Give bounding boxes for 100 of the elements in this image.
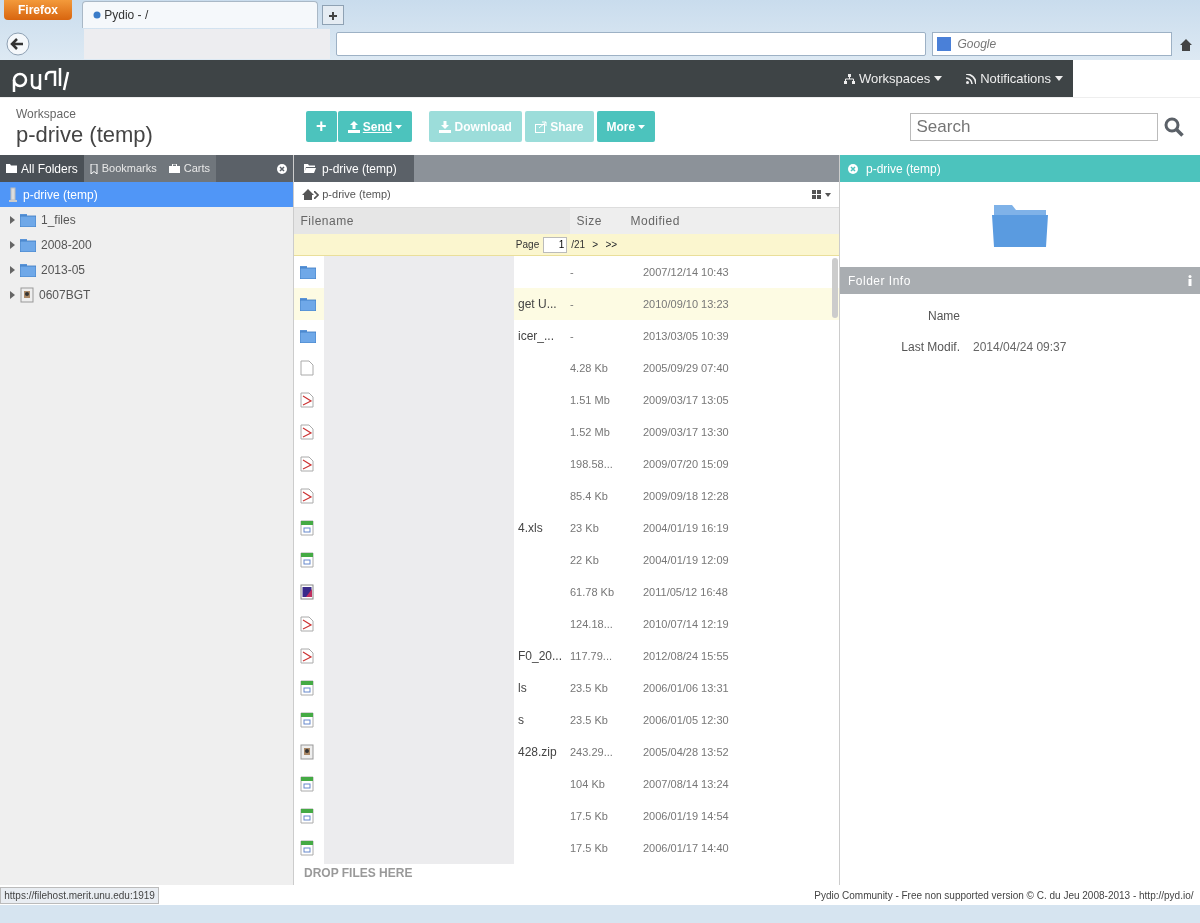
nav-dropdown[interactable]: Notifications — [966, 68, 1063, 89]
file-row[interactable]: s 23.5 Kb 2006/01/05 12:30 — [294, 704, 839, 736]
file-row[interactable]: 61.78 Kb 2011/05/12 16:48 — [294, 576, 839, 608]
file-date: 2007/08/14 13:24 — [642, 776, 729, 792]
workspace-label: Workspace — [16, 106, 77, 124]
file-name: s — [518, 712, 524, 729]
column-header[interactable]: Filename — [294, 208, 570, 234]
sidebar-tab[interactable]: Carts — [162, 155, 216, 182]
file-row[interactable]: 4.xls 23 Kb 2004/01/19 16:19 — [294, 512, 839, 544]
folder-tab[interactable]: p-drive (temp) — [294, 155, 414, 182]
expand-arrow-icon — [10, 240, 15, 249]
file-size: 1.52 Mb — [570, 424, 611, 440]
back-button[interactable] — [6, 32, 30, 56]
file-date: 2005/09/29 07:40 — [642, 360, 729, 376]
tree-item[interactable]: 2013-05 — [0, 257, 293, 282]
file-row[interactable]: 17.5 Kb 2006/01/17 14:40 — [294, 832, 839, 864]
scrollbar-thumb[interactable] — [832, 258, 838, 318]
file-date: 2009/09/18 12:28 — [642, 488, 729, 504]
chevron-icon — [314, 190, 319, 199]
footer-text: Pydio Community - Free non supported version © C. du Jeu 2008-2013 - http://pyd.io/ — [814, 888, 1194, 903]
folder-icon — [6, 164, 17, 173]
file-row[interactable]: 1.51 Mb 2009/03/17 13:05 — [294, 384, 839, 416]
file-size: 23.5 Kb — [570, 680, 609, 696]
file-name: 428.zip — [518, 744, 557, 761]
file-row[interactable]: 1.52 Mb 2009/03/17 13:30 — [294, 416, 839, 448]
spreadsheet-icon — [300, 712, 314, 728]
file-size: 198.58... — [570, 456, 614, 472]
file-row[interactable]: 104 Kb 2007/08/14 13:24 — [294, 768, 839, 800]
last-page-link[interactable]: >> — [605, 237, 618, 252]
next-page-link[interactable]: > — [592, 237, 599, 252]
file-row[interactable]: 198.58... 2009/07/20 15:09 — [294, 448, 839, 480]
expand-arrow-icon — [10, 290, 15, 299]
file-date: 2006/01/19 14:54 — [642, 808, 729, 824]
close-icon — [276, 164, 287, 175]
address-field[interactable] — [336, 32, 926, 56]
spreadsheet-icon — [300, 840, 314, 856]
spreadsheet-icon — [300, 776, 314, 792]
file-row[interactable]: F0_20... 117.79... 2012/08/24 15:55 — [294, 640, 839, 672]
pdf-icon — [300, 424, 314, 440]
info-icon — [1188, 275, 1192, 286]
column-header[interactable]: Size — [570, 208, 624, 234]
page-field[interactable]: 1 — [543, 236, 568, 253]
firefox-menu-button[interactable]: Firefox — [4, 0, 72, 20]
drop-hint: DROP FILES HERE — [303, 866, 414, 881]
file-size: 17.5 Kb — [570, 808, 609, 824]
download-icon — [439, 120, 452, 133]
folder-icon — [300, 297, 316, 311]
spreadsheet-icon — [300, 552, 314, 568]
share-icon — [534, 120, 547, 133]
file-date: 2011/05/12 16:48 — [642, 584, 728, 600]
file-date: 2013/03/05 10:39 — [642, 328, 729, 344]
caret-icon — [395, 124, 403, 129]
file-date: 2005/04/28 13:52 — [642, 744, 729, 760]
file-size: 4.28 Kb — [570, 360, 609, 376]
spreadsheet-icon — [300, 808, 314, 824]
tree-item[interactable]: 0607BGT — [0, 282, 293, 307]
tree-item[interactable]: 2008-200 — [0, 232, 293, 257]
column-header[interactable]: Modified — [624, 208, 687, 234]
file-row[interactable]: 428.zip 243.29... 2005/04/28 13:52 — [294, 736, 839, 768]
file-row[interactable]: 17.5 Kb 2006/01/19 14:54 — [294, 800, 839, 832]
breadcrumb-link[interactable]: p-drive (temp) — [322, 186, 391, 203]
search-icon — [1164, 116, 1184, 137]
tree-item[interactable]: 1_files — [0, 207, 293, 232]
close-icon — [848, 163, 858, 174]
rss-icon — [966, 73, 977, 84]
pdf-icon — [300, 392, 314, 408]
file-row[interactable]: icer_... - 2013/03/05 10:39 — [294, 320, 839, 352]
file-date: 2007/12/14 10:43 — [642, 264, 729, 280]
folder-icon — [20, 212, 36, 227]
home-icon — [1178, 36, 1194, 53]
sitemap-icon — [843, 73, 855, 84]
document-icon — [300, 360, 314, 376]
file-row[interactable]: 4.28 Kb 2005/09/29 07:40 — [294, 352, 839, 384]
file-size: 1.51 Mb — [570, 392, 611, 408]
file-row[interactable]: get U... - 2010/09/10 13:23 — [294, 288, 839, 320]
file-row[interactable]: ls 23.5 Kb 2006/01/06 13:31 — [294, 672, 839, 704]
file-size: 23.5 Kb — [570, 712, 609, 728]
grid-icon — [811, 190, 822, 199]
search-field[interactable]: Search — [909, 112, 1158, 141]
file-size: 22 Kb — [570, 552, 600, 568]
browser-tab[interactable]: Pydio - / — [82, 1, 318, 28]
pdf-icon — [300, 456, 314, 472]
expand-arrow-icon — [10, 215, 15, 224]
file-row[interactable]: 124.18... 2010/07/14 12:19 — [294, 608, 839, 640]
sidebar-tab[interactable]: All Folders — [0, 155, 84, 182]
file-date: 2009/03/17 13:30 — [642, 424, 729, 440]
sidebar-tab[interactable]: Bookmarks — [83, 155, 163, 182]
pager-label: Page — [515, 238, 540, 252]
file-name: F0_20... — [518, 648, 563, 665]
file-row[interactable]: - 2007/12/14 10:43 — [294, 256, 839, 288]
new-tab-button[interactable] — [322, 5, 344, 25]
search-field[interactable]: Google — [932, 32, 1172, 56]
upload-icon — [347, 120, 360, 133]
file-date: 2006/01/17 14:40 — [642, 840, 729, 856]
tree-item[interactable]: p-drive (temp) — [0, 182, 293, 207]
file-row[interactable]: 85.4 Kb 2009/09/18 12:28 — [294, 480, 839, 512]
file-row[interactable]: 22 Kb 2004/01/19 12:09 — [294, 544, 839, 576]
view-mode-button[interactable] — [811, 190, 831, 199]
nav-dropdown[interactable]: Workspaces — [843, 68, 943, 89]
archive-icon — [300, 744, 314, 760]
